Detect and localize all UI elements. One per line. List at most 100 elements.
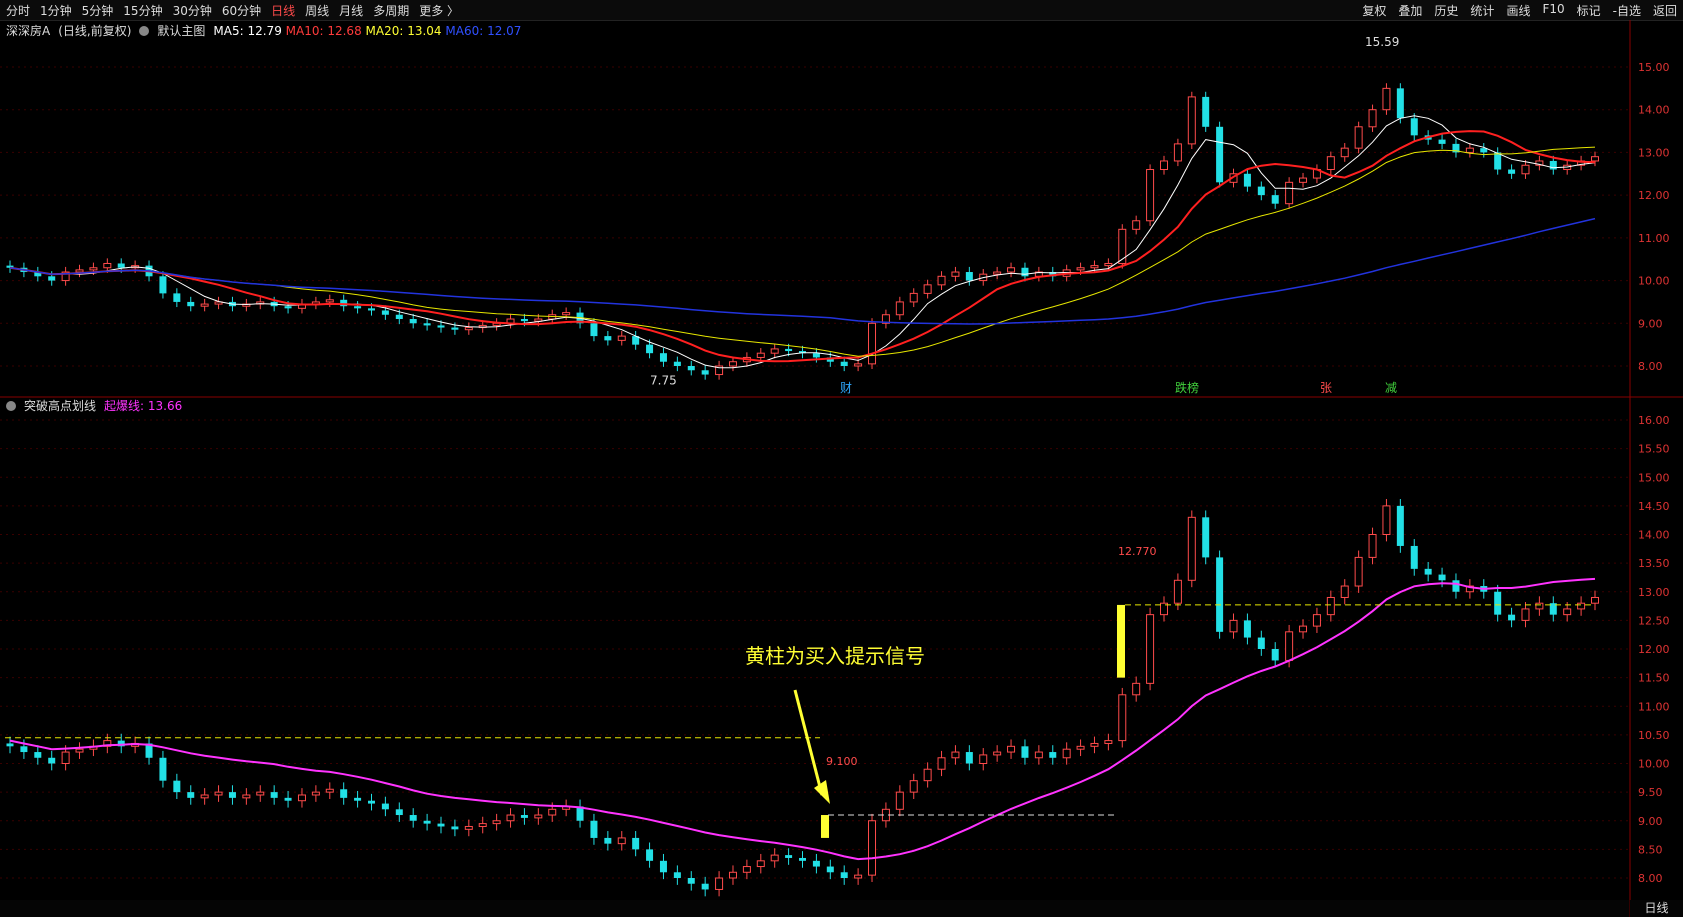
candle-body — [6, 743, 14, 747]
candle-body — [270, 792, 278, 798]
candle-body — [895, 791, 904, 810]
candle-body — [1410, 118, 1418, 136]
candle-body — [395, 314, 403, 320]
candle-body — [756, 352, 765, 358]
candle-body — [1173, 143, 1182, 162]
candle-body — [604, 837, 612, 844]
candle-body — [1146, 169, 1155, 222]
candle-body — [1299, 177, 1308, 183]
candle-body — [937, 757, 946, 770]
candle-body — [965, 272, 973, 281]
candle-body — [1229, 619, 1238, 633]
ma60-line — [9, 217, 1596, 325]
candle-body — [687, 366, 695, 371]
candle-body — [951, 271, 960, 277]
candle-body — [785, 855, 793, 858]
event-marker[interactable]: 跌榜 — [1175, 380, 1199, 395]
candle-body — [437, 823, 445, 827]
candle-body — [1243, 620, 1251, 638]
candle-body — [1465, 147, 1474, 153]
candle-body — [1062, 748, 1071, 759]
indicator-panel-info: 突破高点划线 起爆线: 13.66 — [6, 397, 182, 414]
y-tick-label: 9.50 — [1638, 786, 1663, 799]
ma-label: MA5: 12.79 — [213, 23, 286, 38]
candle-body — [1326, 596, 1335, 616]
candle-body — [451, 327, 459, 330]
candle-body — [520, 319, 528, 322]
candle-body — [340, 299, 348, 307]
candle-body — [75, 748, 84, 753]
candle-body — [1591, 596, 1599, 604]
candle-body — [701, 883, 709, 890]
y-tick-label: 15.00 — [1638, 471, 1670, 484]
y-tick-label: 11.50 — [1638, 672, 1670, 685]
y-tick-label: 10.00 — [1638, 758, 1670, 771]
kline-chart[interactable]: 15.00 14.00 13.00 12.00 11.00 10.00 9.00 8.00 16… — [0, 0, 1683, 917]
candle-body — [1368, 109, 1377, 128]
candle-body — [909, 292, 918, 303]
candle-body — [1354, 126, 1363, 149]
candle-body — [590, 820, 598, 838]
stock-name: 深深房A — [6, 24, 51, 38]
event-marker[interactable]: 张 — [1320, 381, 1332, 395]
candle-body — [200, 303, 209, 307]
candle-body — [48, 276, 56, 281]
candle-body — [492, 820, 501, 825]
settings-circle-icon[interactable] — [139, 25, 150, 36]
candle-body — [478, 823, 487, 827]
candle-body — [1285, 631, 1294, 661]
main-chart-label[interactable]: 默认主图 — [157, 22, 205, 39]
candle-body — [687, 878, 695, 884]
buy-signal-bar — [821, 815, 829, 838]
candle-body — [506, 814, 515, 822]
ma20-line — [9, 146, 1596, 357]
y-tick-label: 12.00 — [1638, 189, 1670, 202]
y-tick-label: 12.00 — [1638, 643, 1670, 656]
candle-body — [1132, 220, 1141, 230]
period-right-tab[interactable]: 日线 — [1629, 900, 1683, 917]
candle-body — [1049, 752, 1057, 758]
y-tick-label: 10.50 — [1638, 729, 1670, 742]
candle-body — [284, 306, 292, 309]
candle-body — [923, 768, 932, 782]
candle-body — [1382, 87, 1391, 111]
candle-body — [173, 293, 181, 302]
candle-body — [1368, 534, 1377, 558]
indicator-name[interactable]: 突破高点划线 — [24, 397, 96, 414]
candle-body — [325, 299, 334, 303]
candle-body — [993, 751, 1002, 756]
candle-body — [173, 780, 181, 793]
candle-body — [1521, 164, 1530, 175]
candle-body — [562, 312, 571, 316]
candle-body — [103, 262, 112, 269]
event-marker[interactable]: 财 — [840, 381, 852, 395]
candle-body — [673, 872, 681, 878]
candle-body — [770, 854, 779, 862]
candle-body — [354, 797, 362, 801]
y-tick-label: 14.50 — [1638, 500, 1670, 513]
candle-body — [1535, 602, 1544, 610]
candle-body — [1173, 579, 1182, 604]
candle-body — [1271, 195, 1279, 204]
candle-body — [617, 335, 626, 341]
indicator-line-label: 起爆线: 13.66 — [104, 399, 183, 413]
candle-body — [1007, 267, 1016, 273]
candle-body — [1508, 614, 1516, 621]
candle-body — [1271, 649, 1279, 661]
high-price-label: 15.59 — [1365, 35, 1399, 49]
candle-body — [1257, 186, 1265, 196]
candle-body — [659, 860, 667, 873]
candle-body — [1202, 517, 1210, 558]
ma-label: MA10: 12.68 — [285, 23, 366, 38]
candle-body — [187, 792, 195, 798]
candle-body — [1521, 608, 1530, 621]
event-marker[interactable]: 减 — [1385, 381, 1397, 395]
indicator-settings-icon[interactable] — [6, 400, 16, 411]
ma-label: MA20: 13.04 — [365, 23, 446, 38]
candle-body — [1104, 740, 1113, 744]
y-tick-label: 12.50 — [1638, 614, 1670, 627]
candle-body — [1216, 557, 1224, 632]
candle-body — [1187, 516, 1196, 581]
candle-body — [1021, 267, 1029, 277]
candle-body — [75, 269, 84, 273]
